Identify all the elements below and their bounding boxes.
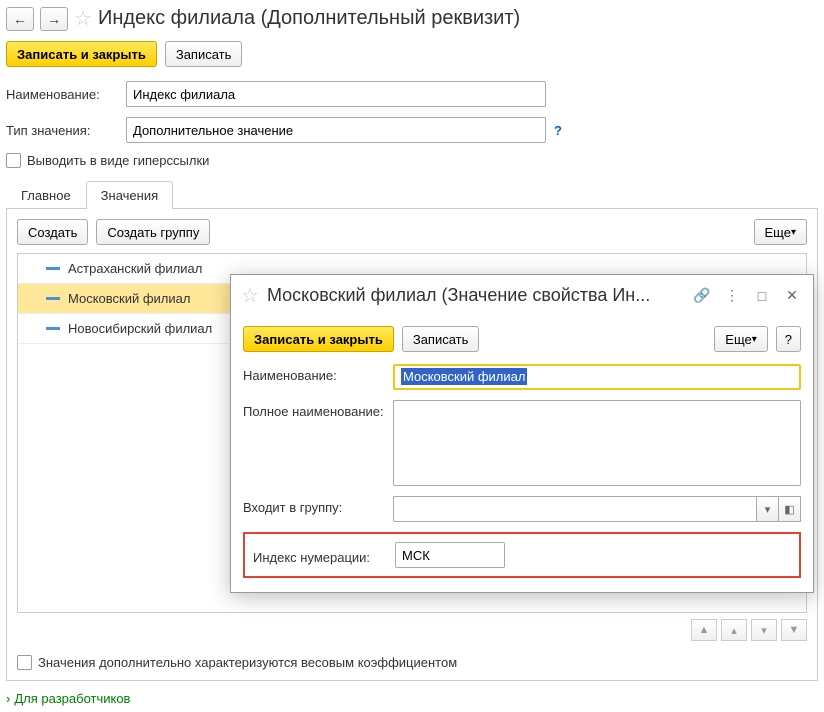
dialog-help-button[interactable]: ? — [776, 326, 801, 352]
list-item-label: Новосибирский филиал — [68, 321, 212, 336]
dialog-fullname-input[interactable] — [393, 400, 801, 486]
hyperlink-label: Выводить в виде гиперссылки — [27, 153, 209, 168]
item-icon — [46, 297, 60, 300]
value-dialog: ☆ Московский филиал (Значение свойства И… — [230, 274, 814, 593]
dialog-save-close-button[interactable]: Записать и закрыть — [243, 326, 394, 352]
forward-button[interactable]: → — [40, 7, 68, 31]
weight-label: Значения дополнительно характеризуются в… — [38, 655, 457, 670]
create-group-button[interactable]: Создать группу — [96, 219, 210, 245]
save-button[interactable]: Записать — [165, 41, 243, 67]
list-item-label: Московский филиал — [68, 291, 190, 306]
dialog-fullname-label: Полное наименование: — [243, 400, 393, 419]
dialog-more-button[interactable]: Еще — [714, 326, 767, 352]
dialog-group-input[interactable] — [393, 496, 757, 522]
weight-checkbox[interactable] — [17, 655, 32, 670]
close-icon[interactable]: ✕ — [781, 285, 803, 307]
link-icon[interactable]: 🔗 — [691, 285, 713, 307]
more-button[interactable]: Еще — [754, 219, 807, 245]
kebab-icon[interactable]: ⋮ — [721, 285, 743, 307]
pager-last[interactable]: ▼ — [781, 619, 807, 641]
dialog-name-input[interactable]: Московский филиал — [393, 364, 801, 390]
favorite-star-icon[interactable]: ☆ — [74, 6, 92, 31]
dialog-group-label: Входит в группу: — [243, 496, 393, 515]
index-highlight-box: Индекс нумерации: — [243, 532, 801, 578]
dialog-group-open-button[interactable]: ◧ — [779, 496, 801, 522]
tab-main[interactable]: Главное — [6, 181, 86, 209]
maximize-icon[interactable]: □ — [751, 285, 773, 307]
dialog-save-button[interactable]: Записать — [402, 326, 480, 352]
hyperlink-checkbox[interactable] — [6, 153, 21, 168]
dialog-group-dropdown-button[interactable]: ▾ — [757, 496, 779, 522]
page-title: Индекс филиала (Дополнительный реквизит) — [98, 7, 520, 30]
save-and-close-button[interactable]: Записать и закрыть — [6, 41, 157, 67]
help-icon[interactable]: ? — [554, 123, 562, 138]
chevron-right-icon: › — [6, 691, 10, 706]
pager-down[interactable]: ▾ — [751, 619, 777, 641]
name-label: Наименование: — [6, 87, 126, 102]
name-input[interactable] — [126, 81, 546, 107]
dialog-index-input[interactable] — [395, 542, 505, 568]
pager-up[interactable]: ▴ — [721, 619, 747, 641]
dialog-star-icon[interactable]: ☆ — [241, 283, 259, 308]
dialog-index-label: Индекс нумерации: — [253, 546, 395, 565]
type-label: Тип значения: — [6, 123, 126, 138]
item-icon — [46, 327, 60, 330]
list-item-label: Астраханский филиал — [68, 261, 202, 276]
pager-first[interactable]: ▲ — [691, 619, 717, 641]
item-icon — [46, 267, 60, 270]
create-button[interactable]: Создать — [17, 219, 88, 245]
dialog-title: Московский филиал (Значение свойства Ин.… — [267, 285, 683, 306]
type-input[interactable] — [126, 117, 546, 143]
back-button[interactable]: ← — [6, 7, 34, 31]
developers-link[interactable]: › Для разработчиков — [6, 691, 818, 706]
tab-values[interactable]: Значения — [86, 181, 173, 209]
dialog-name-label: Наименование: — [243, 364, 393, 383]
